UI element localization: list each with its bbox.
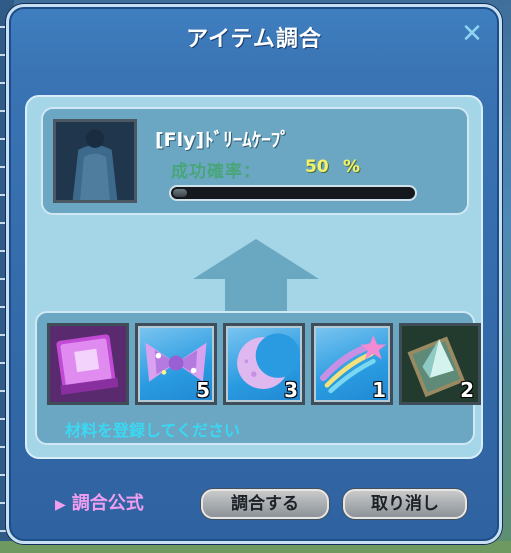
materials-box: 5 3 1 2 材料を登録してください [35, 311, 481, 445]
mix-formula-link[interactable]: ▶ 調合公式 [55, 489, 144, 515]
material-slot-3[interactable]: 3 [223, 323, 305, 405]
cape-icon [56, 122, 134, 200]
window-title: アイテム調合 [186, 27, 322, 52]
progress-fill [173, 189, 188, 197]
success-rate-value: 50 [305, 157, 329, 177]
result-box: [Fly]ﾄﾞﾘｰﾑｹｰﾌﾟ 成功確率： 50 % [41, 107, 469, 215]
success-rate-label: 成功確率： [171, 162, 261, 182]
up-arrow-icon [193, 239, 319, 313]
purple-book-icon [50, 326, 126, 402]
mix-progress-bar [169, 185, 417, 201]
triangle-right-icon: ▶ [55, 497, 66, 513]
material-slot-4[interactable]: 1 [311, 323, 393, 405]
close-icon[interactable]: ✕ [459, 21, 485, 47]
material-slot-5[interactable]: 2 [399, 323, 481, 405]
material-count-5: 2 [460, 378, 474, 402]
result-item-slot[interactable] [53, 119, 137, 203]
material-slot-2[interactable]: 5 [135, 323, 217, 405]
register-materials-hint: 材料を登録してください [65, 421, 241, 440]
result-item-name: [Fly]ﾄﾞﾘｰﾑｹｰﾌﾟ [155, 129, 290, 151]
material-count-2: 5 [196, 378, 210, 402]
success-rate-unit: % [343, 157, 361, 177]
cancel-button[interactable]: 取り消し [343, 489, 467, 519]
material-slot-1[interactable] [47, 323, 129, 405]
material-count-4: 1 [372, 378, 386, 402]
material-count-3: 3 [284, 378, 298, 402]
combine-button[interactable]: 調合する [201, 489, 329, 519]
item-mix-window: アイテム調合 ✕ [Fly]ﾄﾞﾘｰﾑｹｰﾌﾟ 成功確率： 50 % 5 3 1… [6, 4, 502, 544]
mix-panel: [Fly]ﾄﾞﾘｰﾑｹｰﾌﾟ 成功確率： 50 % 5 3 1 2 材料を登録し… [25, 95, 483, 459]
formula-label: 調合公式 [71, 493, 144, 514]
